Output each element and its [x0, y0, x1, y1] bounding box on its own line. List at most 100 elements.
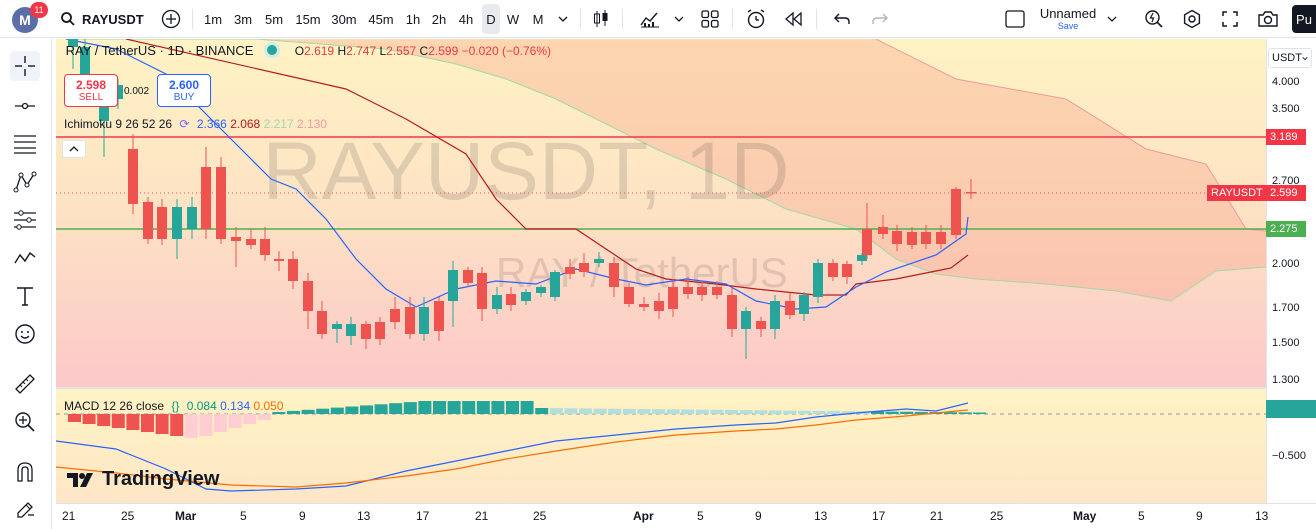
candle-body[interactable]	[201, 167, 211, 229]
undo-button[interactable]	[828, 0, 856, 38]
candle-body[interactable]	[951, 189, 961, 235]
magnet-tool[interactable]	[10, 457, 40, 487]
candle-body[interactable]	[668, 287, 678, 309]
buy-button[interactable]: 2.600 BUY	[157, 74, 211, 107]
interval-2h[interactable]: 2h	[428, 0, 450, 38]
tradingview-logo[interactable]: TradingView	[66, 468, 219, 491]
candle-body[interactable]	[892, 231, 902, 244]
candle-body[interactable]	[288, 259, 298, 281]
measure-tool[interactable]	[10, 369, 40, 399]
candle-body[interactable]	[741, 311, 751, 329]
price-chart[interactable]: RAYUSDT, 1D RAY / TetherUS	[56, 39, 1266, 529]
interval-30m[interactable]: 30m	[328, 0, 360, 38]
candle-body[interactable]	[697, 287, 707, 295]
candle-body[interactable]	[799, 295, 809, 314]
candle-body[interactable]	[419, 307, 429, 334]
redo-button[interactable]	[866, 0, 894, 38]
candle-body[interactable]	[390, 309, 400, 322]
publish-button[interactable]: Pu	[1292, 5, 1316, 33]
candle-body[interactable]	[857, 255, 867, 261]
candle-body[interactable]	[536, 287, 546, 293]
candle-body[interactable]	[521, 292, 531, 301]
compare-symbol-button[interactable]	[156, 0, 186, 38]
alert-button[interactable]	[742, 0, 770, 38]
candle-body[interactable]	[157, 207, 167, 239]
candle-body[interactable]	[727, 295, 737, 329]
zoom-tool[interactable]	[10, 407, 40, 437]
candle-body[interactable]	[231, 237, 241, 241]
candle-body[interactable]	[609, 263, 619, 287]
indicators-dropdown-button[interactable]	[670, 0, 688, 38]
candle-body[interactable]	[274, 259, 284, 261]
candle-body[interactable]	[842, 264, 852, 277]
candle-body[interactable]	[785, 301, 795, 315]
interval-4h[interactable]: 4h	[454, 0, 478, 38]
ichimoku-legend[interactable]: Ichimoku 9 26 52 26 ⟳ 2.366 2.068 2.217 …	[64, 117, 327, 131]
symbol-legend[interactable]: RAY / TetherUS · 1D · BINANCE O2.619 H2.…	[62, 43, 551, 58]
layout-name-button[interactable]: Unnamed Save	[1034, 0, 1102, 38]
currency-select[interactable]: USDT	[1268, 48, 1312, 68]
candle-body[interactable]	[878, 227, 888, 234]
text-tool[interactable]	[10, 281, 40, 311]
candle-body[interactable]	[143, 202, 153, 239]
templates-button[interactable]	[696, 0, 724, 38]
trend-line-tool[interactable]	[10, 91, 40, 121]
candle-body[interactable]	[624, 287, 634, 304]
interval-W[interactable]: W	[503, 0, 523, 38]
candle-body[interactable]	[187, 207, 197, 229]
quick-search-button[interactable]	[1140, 0, 1168, 38]
brush-tool[interactable]	[10, 243, 40, 273]
crosshair-tool[interactable]	[10, 51, 40, 81]
candle-body[interactable]	[246, 239, 256, 245]
interval-5m[interactable]: 5m	[260, 0, 288, 38]
pattern-tool[interactable]	[10, 167, 40, 197]
candle-body[interactable]	[770, 301, 780, 329]
candle-body[interactable]	[828, 263, 838, 277]
candle-body[interactable]	[712, 287, 722, 295]
interval-1m[interactable]: 1m	[200, 0, 226, 38]
interval-D[interactable]: D	[482, 4, 500, 34]
interval-1h[interactable]: 1h	[402, 0, 424, 38]
symbol-search-button[interactable]: RAYUSDT	[60, 0, 144, 38]
candle-body[interactable]	[594, 259, 604, 263]
candle-body[interactable]	[463, 270, 473, 283]
candle-body[interactable]	[565, 267, 575, 274]
indicators-button[interactable]	[636, 0, 664, 38]
candle-body[interactable]	[550, 272, 560, 297]
candle-body[interactable]	[346, 324, 356, 336]
candle-body[interactable]	[506, 294, 516, 305]
settings-button[interactable]	[1178, 0, 1206, 38]
candle-body[interactable]	[361, 324, 371, 339]
candle-body[interactable]	[303, 281, 313, 311]
candle-body[interactable]	[172, 207, 182, 239]
candle-body[interactable]	[936, 232, 946, 244]
macd-legend[interactable]: MACD 12 26 close {} 0.084 0.134 0.050	[64, 399, 284, 413]
replay-button[interactable]	[780, 0, 808, 38]
snapshot-button[interactable]	[1254, 0, 1282, 38]
candle-body[interactable]	[639, 304, 649, 307]
candle-body[interactable]	[907, 232, 917, 245]
candle-body[interactable]	[966, 192, 976, 194]
candle-body[interactable]	[654, 301, 664, 311]
candle-body[interactable]	[375, 322, 385, 339]
interval-45m[interactable]: 45m	[364, 0, 398, 38]
candle-body[interactable]	[317, 311, 327, 334]
drawing-mode-tool[interactable]	[10, 495, 40, 525]
sell-button[interactable]: 2.598 SELL	[64, 74, 118, 107]
candle-body[interactable]	[683, 287, 693, 294]
chart-type-button[interactable]	[588, 0, 614, 38]
candle-body[interactable]	[579, 263, 589, 272]
candle-body[interactable]	[128, 149, 138, 204]
candle-body[interactable]	[448, 270, 458, 301]
candle-body[interactable]	[216, 167, 226, 239]
collapse-legend-button[interactable]	[62, 140, 86, 158]
candle-body[interactable]	[862, 229, 872, 255]
candle-body[interactable]	[477, 273, 487, 309]
forecast-tool[interactable]	[10, 205, 40, 235]
candle-body[interactable]	[260, 239, 270, 255]
interval-dropdown-button[interactable]	[553, 0, 573, 38]
candle-body[interactable]	[434, 301, 444, 331]
candle-body[interactable]	[813, 263, 823, 297]
interval-M[interactable]: M	[527, 0, 549, 38]
layout-select-checkbox[interactable]	[1004, 0, 1026, 38]
